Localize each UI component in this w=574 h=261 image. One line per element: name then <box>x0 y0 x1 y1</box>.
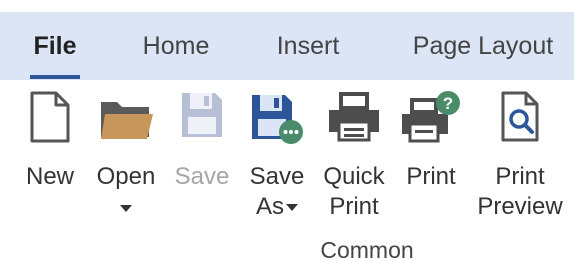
folder-icon <box>90 90 162 148</box>
new-button[interactable]: New <box>18 80 82 230</box>
save-label: Save <box>174 163 230 190</box>
printer-icon <box>318 90 390 148</box>
tab-file[interactable]: File <box>22 12 88 80</box>
save-disk-icon <box>170 90 234 148</box>
save-as-icon <box>244 90 310 148</box>
open-button[interactable]: Open <box>90 80 162 230</box>
print-preview-label: Print Preview <box>477 163 563 220</box>
save-as-dropdown-caret[interactable] <box>286 204 298 212</box>
open-dropdown-caret[interactable] <box>120 205 132 213</box>
tab-home[interactable]: Home <box>126 12 226 80</box>
ribbon-common-group: New Open Save Save As Quick Print ? Prin… <box>0 80 574 261</box>
quick-print-label: Quick Print <box>323 163 385 220</box>
open-label: Open <box>96 163 156 190</box>
save-as-label: Save As <box>249 163 305 220</box>
quick-print-button[interactable]: Quick Print <box>318 80 390 230</box>
window-top-strip <box>0 0 574 12</box>
print-dialog-icon: ? <box>396 90 466 148</box>
print-preview-button[interactable]: Print Preview <box>472 80 568 230</box>
tab-insert[interactable]: Insert <box>262 12 354 80</box>
group-label-common: Common <box>320 237 414 261</box>
new-document-icon <box>18 90 82 148</box>
save-button[interactable]: Save <box>170 80 234 230</box>
svg-text:?: ? <box>443 94 453 113</box>
new-label: New <box>25 163 74 190</box>
save-as-button[interactable]: Save As <box>244 80 310 230</box>
tab-page-layout[interactable]: Page Layout <box>398 12 568 80</box>
print-label: Print <box>406 163 456 190</box>
ribbon-tab-bar: File Home Insert Page Layout <box>0 12 574 80</box>
print-preview-icon <box>472 90 568 148</box>
print-button[interactable]: ? Print <box>396 80 466 230</box>
active-tab-indicator <box>30 75 80 79</box>
